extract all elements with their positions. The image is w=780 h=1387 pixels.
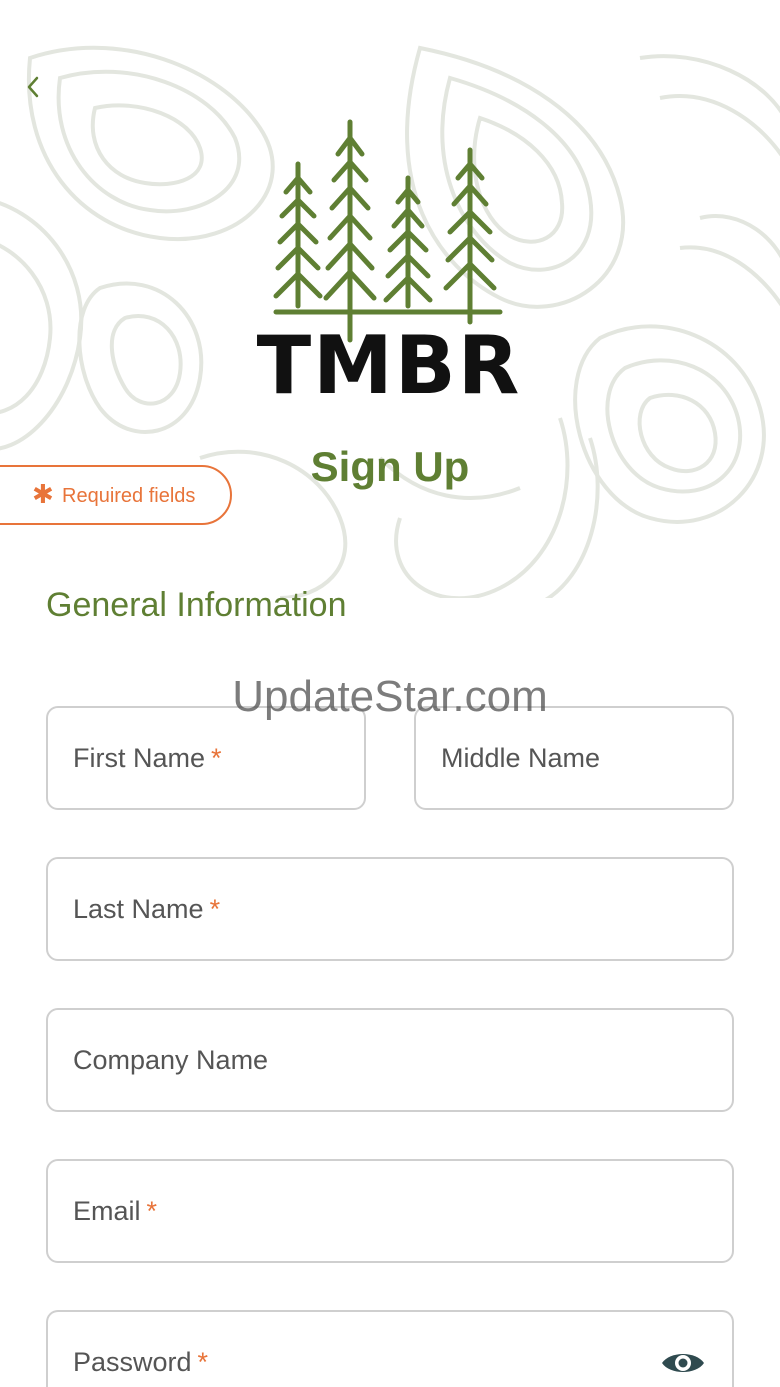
required-asterisk: * xyxy=(211,743,222,773)
show-password-toggle[interactable] xyxy=(660,1346,706,1380)
tmbr-logo: TMBR xyxy=(236,118,542,408)
pine-trees-icon xyxy=(273,119,503,343)
company-name-field[interactable]: Company Name xyxy=(46,1008,734,1112)
email-placeholder: Email * xyxy=(73,1196,158,1226)
first-name-placeholder: First Name * xyxy=(73,743,222,773)
required-fields-badge: ✱ Required fields xyxy=(0,465,232,525)
back-button[interactable] xyxy=(18,70,48,104)
required-asterisk: * xyxy=(146,1196,158,1226)
watermark: UpdateStar.com xyxy=(232,672,548,721)
last-name-field[interactable]: Last Name * xyxy=(46,857,734,961)
logo-wordmark: TMBR xyxy=(256,319,522,412)
email-field[interactable]: Email * xyxy=(46,1159,734,1263)
middle-name-placeholder: Middle Name xyxy=(441,743,601,773)
eye-icon xyxy=(662,1354,704,1372)
asterisk-icon: ✱ xyxy=(32,479,54,509)
password-placeholder: Password * xyxy=(73,1347,209,1377)
last-name-placeholder: Last Name * xyxy=(73,894,221,924)
password-field[interactable]: Password * xyxy=(46,1310,734,1387)
required-asterisk: * xyxy=(197,1347,209,1377)
required-asterisk: * xyxy=(209,894,221,924)
chevron-left-icon xyxy=(27,76,39,98)
section-title: General Information xyxy=(46,586,347,624)
company-name-placeholder: Company Name xyxy=(73,1045,269,1075)
required-fields-label: Required fields xyxy=(62,485,196,507)
